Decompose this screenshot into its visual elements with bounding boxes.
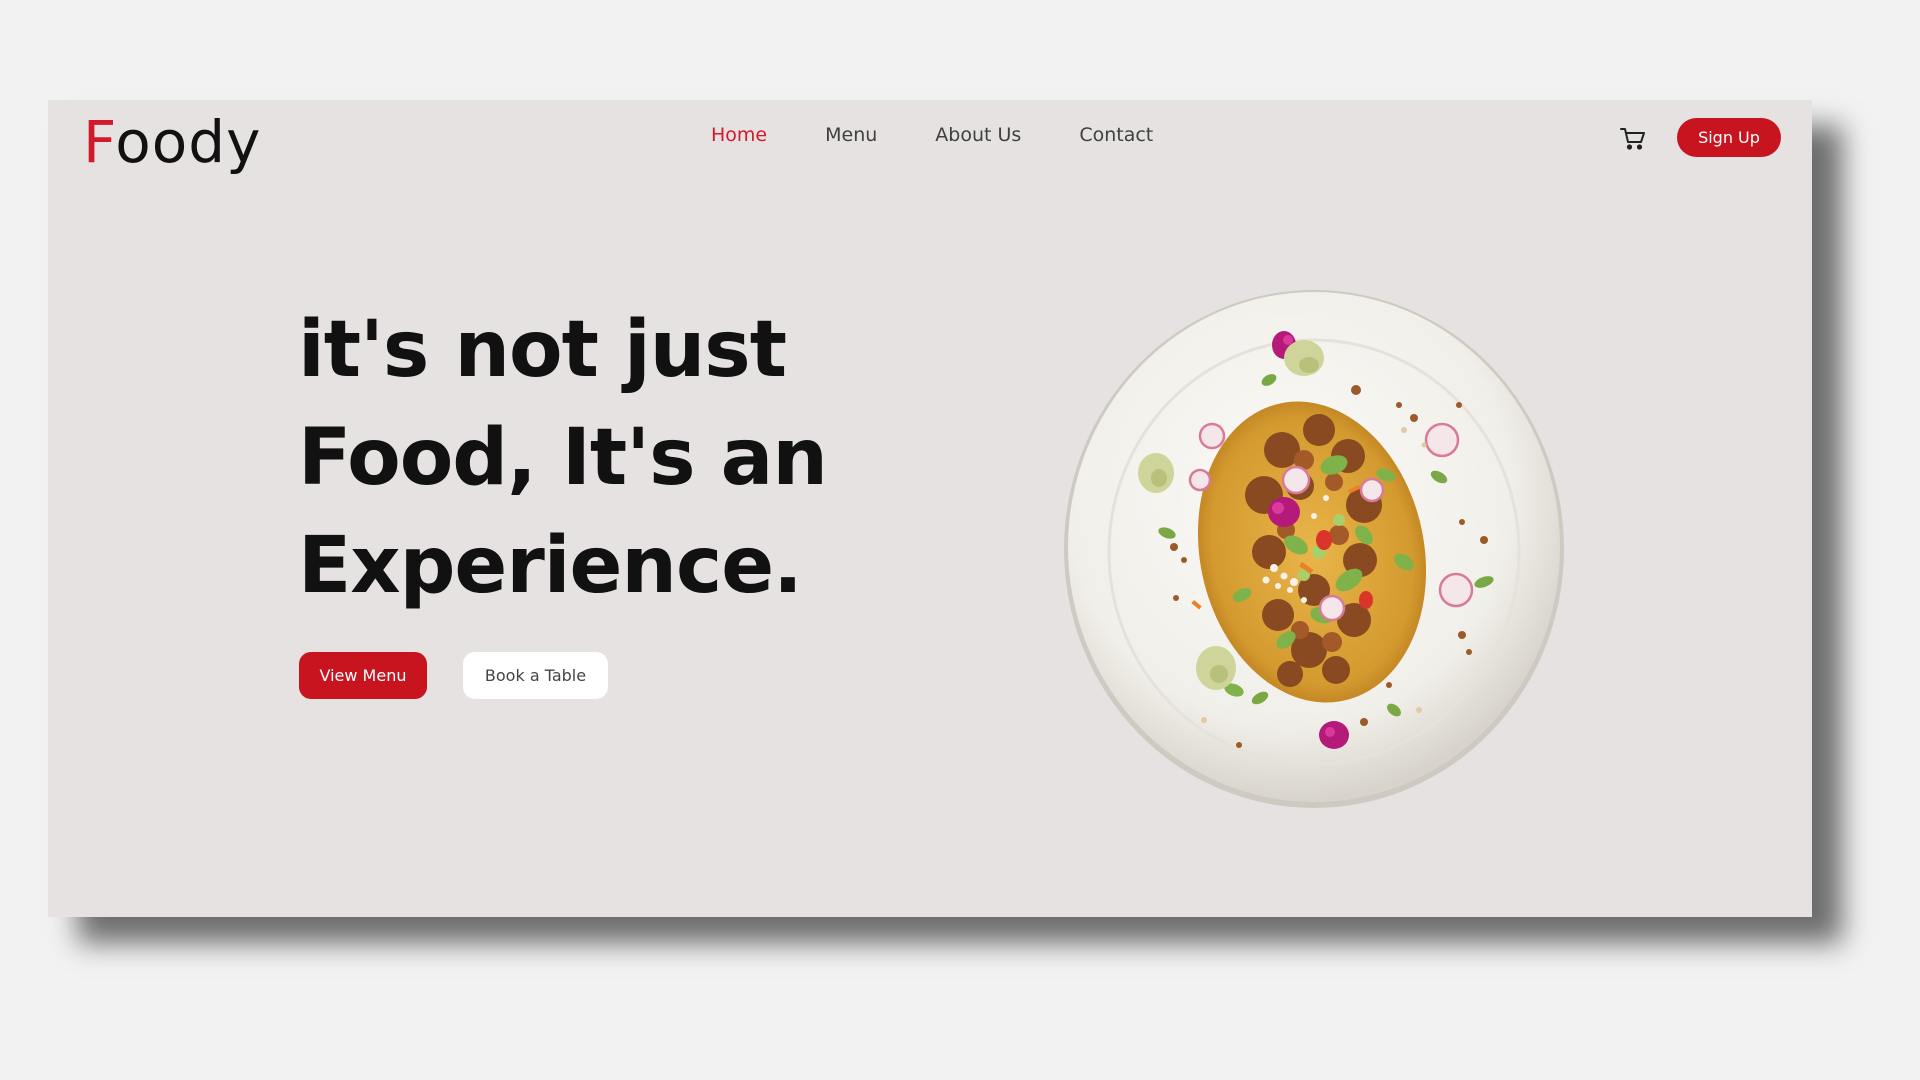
nav-item-menu[interactable]: Menu	[825, 124, 877, 146]
logo-text: oody	[115, 108, 262, 176]
hero-title-line-2: Food, It's an	[298, 413, 828, 503]
view-menu-button[interactable]: View Menu	[299, 652, 427, 699]
book-a-table-button[interactable]: Book a Table	[463, 652, 608, 699]
logo[interactable]: Foody	[83, 108, 261, 176]
nav-item-about-us[interactable]: About Us	[935, 124, 1021, 146]
sign-up-button[interactable]: Sign Up	[1677, 118, 1781, 157]
page-window: Foody Home Menu About Us Contact Sign Up…	[48, 100, 1812, 917]
hero-title: it's not just Food, It's an Experience.	[298, 296, 828, 620]
nav-item-home[interactable]: Home	[711, 124, 767, 146]
food-plate-image	[1064, 290, 1564, 808]
nav-item-contact[interactable]: Contact	[1079, 124, 1153, 146]
hero-title-line-3: Experience.	[298, 521, 803, 611]
cart-icon[interactable]	[1618, 124, 1648, 154]
hero-title-line-1: it's not just	[298, 305, 787, 395]
main-nav: Home Menu About Us Contact	[711, 124, 1153, 146]
logo-initial: F	[83, 108, 116, 176]
